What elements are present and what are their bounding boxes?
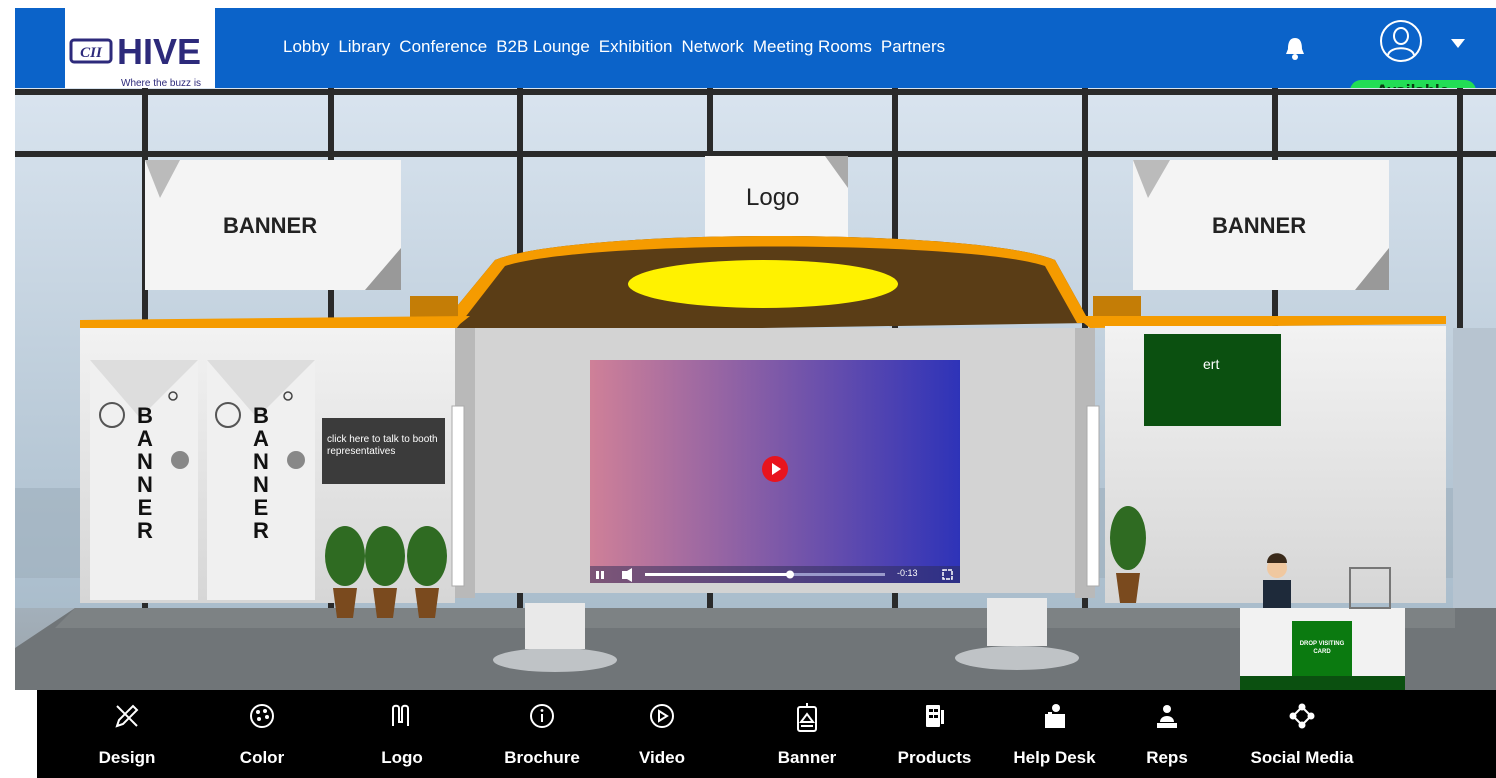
green-board-text[interactable]: ert <box>1203 356 1219 372</box>
palette-icon <box>250 704 274 728</box>
tool-help-desk[interactable]: Help Desk <box>992 690 1117 778</box>
design-icon <box>115 704 139 728</box>
info-icon <box>530 704 554 728</box>
tool-social-media[interactable]: Social Media <box>1217 690 1387 778</box>
hive-logo-text: HIVE <box>117 31 201 72</box>
booth-toolbar: Design Color Logo Brochure Video Banner <box>37 690 1496 778</box>
exhibition-booth-scene: BANNER BANNER Logo BANNER BANNER click h… <box>15 88 1496 690</box>
talk-to-reps-panel[interactable]: click here to talk to booth representati… <box>327 434 442 458</box>
tool-banner-label: Banner <box>777 748 837 767</box>
tool-reps-label: Reps <box>1146 748 1188 767</box>
tool-products[interactable]: Products <box>877 690 992 778</box>
tool-products-label: Products <box>897 748 972 767</box>
nav-b2b-lounge[interactable]: B2B Lounge <box>496 37 590 57</box>
banner-right-text[interactable]: BANNER <box>1212 213 1306 239</box>
vertical-banner-2-text: BANNER <box>253 403 269 543</box>
nav-exhibition[interactable]: Exhibition <box>599 37 673 57</box>
tool-design[interactable]: Design <box>37 690 217 778</box>
video-time: -0:13 <box>897 568 918 578</box>
vertical-banner-1-text: BANNER <box>137 403 153 543</box>
tool-color[interactable]: Color <box>217 690 307 778</box>
cii-logo-text: CII <box>80 45 103 61</box>
drop-visiting-card[interactable]: DROP VISITING CARD <box>1292 640 1352 656</box>
vertical-banner-1[interactable]: BANNER <box>135 404 155 542</box>
tool-help-desk-label: Help Desk <box>1013 748 1096 767</box>
user-icon <box>1387 27 1415 56</box>
nav-partners[interactable]: Partners <box>881 37 945 57</box>
tool-brochure[interactable]: Brochure <box>497 690 587 778</box>
tool-design-label: Design <box>98 748 156 767</box>
banner-left-text[interactable]: BANNER <box>223 213 317 239</box>
main-nav: Lobby Library Conference B2B Lounge Exhi… <box>283 37 945 57</box>
user-avatar[interactable] <box>1380 20 1422 62</box>
booth-illustration <box>15 88 1496 690</box>
video-play-button[interactable] <box>762 456 788 482</box>
tool-color-label: Color <box>239 748 285 767</box>
nav-network[interactable]: Network <box>682 37 744 57</box>
tool-reps[interactable]: Reps <box>1117 690 1217 778</box>
bell-icon[interactable] <box>1284 36 1306 60</box>
tool-logo-label: Logo <box>381 748 423 767</box>
tool-logo[interactable]: Logo <box>307 690 497 778</box>
products-icon <box>925 705 944 727</box>
chevron-down-icon[interactable] <box>1451 39 1465 48</box>
reps-icon <box>1157 705 1177 728</box>
nav-conference[interactable]: Conference <box>399 37 487 57</box>
play-icon <box>772 463 781 475</box>
tool-social-media-label: Social Media <box>1250 748 1354 767</box>
logo-icon <box>392 704 409 726</box>
play-circle-icon <box>650 704 674 728</box>
tool-banner[interactable]: Banner <box>737 690 877 778</box>
booth-logo-text[interactable]: Logo <box>746 184 799 212</box>
social-media-icon <box>1289 703 1315 729</box>
vertical-banner-2[interactable]: BANNER <box>251 404 271 542</box>
nav-meeting-rooms[interactable]: Meeting Rooms <box>753 37 872 57</box>
tool-video-label: Video <box>639 748 685 767</box>
nav-lobby[interactable]: Lobby <box>283 37 329 57</box>
tool-brochure-label: Brochure <box>504 748 580 767</box>
banner-icon <box>797 703 817 732</box>
help-desk-icon <box>1044 704 1065 728</box>
nav-library[interactable]: Library <box>338 37 390 57</box>
tool-video[interactable]: Video <box>587 690 737 778</box>
